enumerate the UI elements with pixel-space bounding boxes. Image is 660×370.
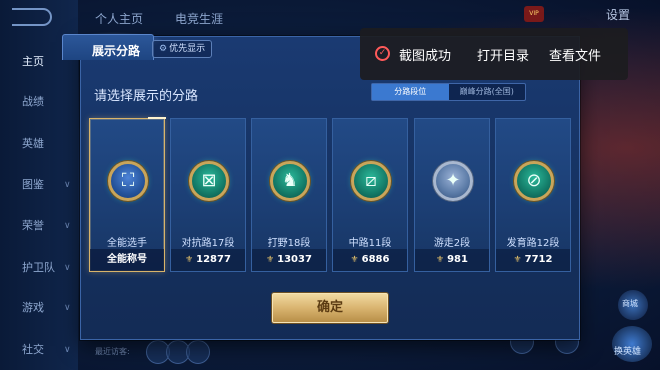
lane-glyph-icon: ⊘ — [526, 170, 542, 191]
role-score-value: 12877 — [196, 254, 231, 265]
role-score-value: 全能称号 — [107, 254, 147, 265]
tab-profile[interactable]: 个人主页 — [95, 10, 143, 27]
back-logo-icon[interactable] — [12, 8, 52, 26]
role-card[interactable]: ✦ 游走2段 ⚜ 981 — [414, 118, 490, 272]
rank-points-icon: ⚜ — [436, 255, 445, 265]
nav-item-honor[interactable]: 荣誉 ∨ — [0, 216, 78, 236]
role-name: 发育路12段 — [506, 238, 560, 249]
modal-title: 展示分路 — [92, 44, 141, 58]
tab-peak-lane[interactable]: 巅峰分路(全国) — [449, 84, 526, 100]
rank-points-icon: ⚜ — [266, 255, 275, 265]
section-title: 请选择展示的分路 — [94, 89, 199, 104]
role-name: 全能选手 — [107, 238, 147, 249]
lane-mode-toggle: 分路段位 巅峰分路(全国) — [371, 83, 526, 101]
role-score: ⚜ 6886 — [333, 249, 407, 271]
nav-item-heroes[interactable]: 英雄 — [0, 134, 78, 154]
role-name: 中路11段 — [348, 238, 392, 249]
change-hero-label: 换英雄 — [614, 347, 642, 357]
nav-item-game[interactable]: 游戏 ∨ — [0, 298, 78, 318]
tab-esports[interactable]: 电竞生涯 — [175, 10, 223, 27]
role-card[interactable]: ♞ 打野18段 ⚜ 13037 — [251, 118, 327, 272]
chevron-down-icon: ∨ — [64, 221, 71, 231]
nav-item-record[interactable]: 战绩 — [0, 92, 78, 112]
role-score-value: 981 — [447, 254, 468, 265]
priority-display-button[interactable]: ⚙ 优先显示 — [152, 40, 213, 58]
settings-button[interactable]: 设置 — [606, 6, 630, 23]
shop-label: 商城 — [622, 299, 638, 308]
role-score: 全能称号 — [90, 249, 164, 271]
lane-glyph-icon: ✦ — [445, 170, 461, 191]
check-circle-icon: ✓ — [375, 46, 390, 61]
chevron-down-icon: ∨ — [64, 263, 71, 273]
lane-glyph-icon: ♞ — [281, 170, 299, 191]
nav-item-gallery[interactable]: 图鉴 ∨ — [0, 175, 78, 195]
role-card[interactable]: ⧄ 中路11段 ⚜ 6886 — [332, 118, 408, 272]
chevron-down-icon: ∨ — [64, 180, 71, 190]
chevron-down-icon: ∨ — [64, 345, 71, 355]
lane-glyph-icon: ⛶ — [121, 170, 135, 191]
nav-item-guard[interactable]: 护卫队 ∨ — [0, 258, 78, 278]
role-score: ⚜ 13037 — [252, 249, 326, 271]
rank-points-icon: ⚜ — [185, 255, 194, 265]
role-score: ⚜ 12877 — [171, 249, 245, 271]
tab-lane-rank[interactable]: 分路段位 — [372, 84, 449, 100]
role-score-value: 6886 — [361, 254, 390, 265]
role-card[interactable]: ⊠ 对抗路17段 ⚜ 12877 — [170, 118, 246, 272]
lane-emblem-icon: ⊘ — [514, 161, 554, 201]
toast-message: 截图成功 — [399, 49, 452, 64]
role-name: 对抗路17段 — [181, 238, 235, 249]
confirm-button[interactable]: 确定 — [272, 293, 388, 323]
chevron-down-icon: ∨ — [64, 303, 71, 313]
rank-points-icon: ⚜ — [513, 255, 522, 265]
role-score-value: 7712 — [524, 254, 553, 265]
lane-emblem-icon: ⧄ — [351, 161, 391, 201]
view-file-button[interactable]: 查看文件 — [549, 45, 601, 64]
lane-emblem-icon: ♞ — [270, 161, 310, 201]
gear-icon: ⚙ — [159, 44, 168, 54]
visitor-avatar[interactable] — [186, 340, 210, 364]
rank-points-icon: ⚜ — [350, 255, 359, 265]
lane-emblem-icon: ✦ — [433, 161, 473, 201]
role-name: 打野18段 — [267, 238, 311, 249]
nav-item-social[interactable]: 社交 ∨ — [0, 340, 78, 360]
lane-glyph-icon: ⊠ — [201, 170, 217, 191]
lane-glyph-icon: ⧄ — [365, 170, 377, 191]
role-score-value: 13037 — [277, 254, 312, 265]
role-card[interactable]: ⛶ 全能选手全能称号 — [89, 117, 166, 272]
open-folder-button[interactable]: 打开目录 — [477, 45, 529, 64]
lane-emblem-icon: ⊠ — [189, 161, 229, 201]
recent-visitors-label: 最近访客: — [95, 347, 130, 356]
screenshot-toast: ✓ 截图成功 打开目录 查看文件 — [360, 28, 628, 80]
priority-display-label: 优先显示 — [169, 44, 206, 54]
lane-emblem-icon: ⛶ — [108, 161, 148, 201]
role-name: 游走2段 — [433, 238, 471, 249]
role-card[interactable]: ⊘ 发育路12段 ⚜ 7712 — [495, 118, 571, 272]
vip-badge: VIP — [524, 6, 544, 22]
role-score: ⚜ 981 — [415, 249, 489, 271]
role-score: ⚜ 7712 — [496, 249, 570, 271]
